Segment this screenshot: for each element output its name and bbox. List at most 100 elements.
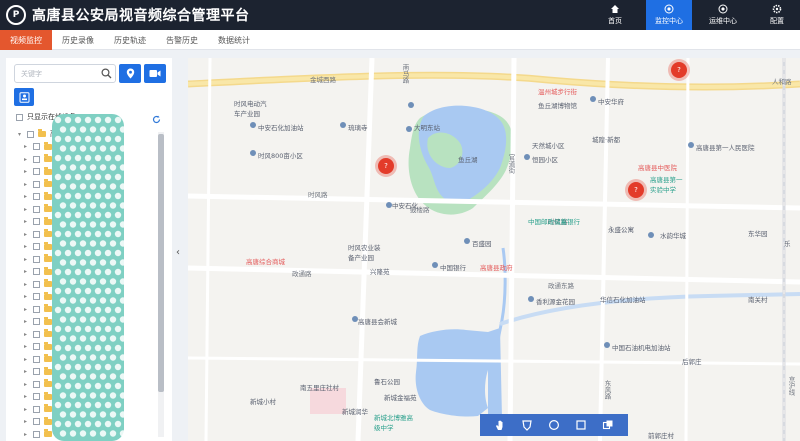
tree-item-checkbox[interactable]	[33, 343, 40, 351]
expand-caret-icon[interactable]: ▸	[24, 256, 30, 263]
search-input[interactable]	[15, 65, 95, 82]
poi-dot[interactable]	[604, 342, 610, 348]
hand-tool[interactable]	[494, 419, 506, 431]
tree-item-checkbox[interactable]	[33, 330, 40, 338]
tree-item-checkbox[interactable]	[33, 205, 40, 213]
tree-item-checkbox[interactable]	[27, 130, 34, 138]
location-button[interactable]	[119, 64, 141, 83]
camera-button[interactable]	[144, 64, 166, 83]
expand-caret-icon[interactable]: ▸	[24, 231, 30, 238]
folder-icon	[44, 279, 52, 288]
refresh-icon[interactable]	[152, 115, 161, 124]
tree-item-checkbox[interactable]	[33, 155, 40, 163]
tree-item-checkbox[interactable]	[33, 393, 40, 401]
layers-tool[interactable]	[602, 419, 614, 431]
nav-monitor-center[interactable]: 监控中心	[646, 0, 692, 30]
tree-item-checkbox[interactable]	[33, 293, 40, 301]
tree-item-checkbox[interactable]	[33, 143, 40, 151]
poi-dot[interactable]	[688, 142, 694, 148]
poi-dot[interactable]	[386, 202, 392, 208]
expand-caret-icon[interactable]: ▾	[18, 131, 24, 138]
expand-caret-icon[interactable]: ▸	[24, 418, 30, 425]
tree-item-checkbox[interactable]	[33, 168, 40, 176]
expand-caret-icon[interactable]: ▸	[24, 368, 30, 375]
tab-alarm-history[interactable]: 告警历史	[156, 30, 208, 50]
poi-dot[interactable]	[524, 154, 530, 160]
expand-caret-icon[interactable]: ▸	[24, 156, 30, 163]
search-icon[interactable]	[101, 68, 112, 79]
expand-caret-icon[interactable]: ▸	[24, 356, 30, 363]
place-label: 新城小村	[250, 398, 276, 406]
folder-icon	[44, 329, 52, 338]
nav-home[interactable]: 首页	[592, 0, 638, 30]
device-list-button[interactable]	[14, 88, 34, 106]
place-label: 城隍·新都	[592, 136, 621, 144]
circle-tool[interactable]	[548, 419, 560, 431]
poi-dot[interactable]	[340, 122, 346, 128]
expand-caret-icon[interactable]: ▸	[24, 331, 30, 338]
tab-history-track[interactable]: 历史轨迹	[104, 30, 156, 50]
polygon-tool[interactable]	[521, 419, 533, 431]
expand-caret-icon[interactable]: ▸	[24, 431, 30, 438]
tree-item-checkbox[interactable]	[33, 268, 40, 276]
tree-item-checkbox[interactable]	[33, 418, 40, 426]
tree-item-checkbox[interactable]	[33, 430, 40, 438]
place-label: 高唐综合商城	[246, 258, 285, 266]
tree-item-checkbox[interactable]	[33, 380, 40, 388]
poi-dot[interactable]	[528, 296, 534, 302]
expand-caret-icon[interactable]: ▸	[24, 281, 30, 288]
camera-alert-marker[interactable]: ?	[378, 158, 394, 174]
tree-item-checkbox[interactable]	[33, 218, 40, 226]
tree-item-checkbox[interactable]	[33, 255, 40, 263]
tree-item-checkbox[interactable]	[33, 318, 40, 326]
poi-dot[interactable]	[464, 238, 470, 244]
expand-caret-icon[interactable]: ▸	[24, 406, 30, 413]
poi-dot[interactable]	[406, 126, 412, 132]
map-view[interactable]: 金城西路 人和路 时风路 时风路 鼓楼路 政通路 政通东路 官道街 东风路 京沪…	[188, 58, 800, 441]
poi-dot[interactable]	[408, 102, 414, 108]
tab-data-statistics[interactable]: 数据统计	[208, 30, 260, 50]
tree-item-checkbox[interactable]	[33, 368, 40, 376]
expand-caret-icon[interactable]: ▸	[24, 181, 30, 188]
tree-scrollbar[interactable]	[158, 132, 164, 437]
expand-caret-icon[interactable]: ▸	[24, 293, 30, 300]
poi-dot[interactable]	[590, 96, 596, 102]
expand-caret-icon[interactable]: ▸	[24, 143, 30, 150]
camera-alert-marker[interactable]: ?	[628, 182, 644, 198]
online-only-checkbox[interactable]	[16, 113, 23, 121]
poi-dot[interactable]	[648, 232, 654, 238]
expand-caret-icon[interactable]: ▸	[24, 318, 30, 325]
poi-dot[interactable]	[352, 316, 358, 322]
tab-history-recording[interactable]: 历史录像	[52, 30, 104, 50]
poi-dot[interactable]	[250, 122, 256, 128]
nav-maintenance-center[interactable]: 运维中心	[700, 0, 746, 30]
folder-icon	[44, 266, 52, 275]
expand-caret-icon[interactable]: ▸	[24, 218, 30, 225]
nav-settings[interactable]: 配置	[754, 0, 800, 30]
camera-alert-marker[interactable]: ?	[671, 62, 687, 78]
expand-caret-icon[interactable]: ▸	[24, 193, 30, 200]
tree-scrollbar-thumb[interactable]	[158, 134, 164, 392]
expand-caret-icon[interactable]: ▸	[24, 168, 30, 175]
expand-caret-icon[interactable]: ▸	[24, 381, 30, 388]
tree-item-checkbox[interactable]	[33, 405, 40, 413]
expand-caret-icon[interactable]: ▸	[24, 243, 30, 250]
tree-item-checkbox[interactable]	[33, 193, 40, 201]
rectangle-tool[interactable]	[575, 419, 587, 431]
expand-caret-icon[interactable]: ▸	[24, 393, 30, 400]
poi-dot[interactable]	[432, 262, 438, 268]
tab-video-monitor[interactable]: 视频监控	[0, 30, 52, 50]
tree-item-checkbox[interactable]	[33, 230, 40, 238]
poi-dot[interactable]	[250, 150, 256, 156]
tree-item-checkbox[interactable]	[33, 355, 40, 363]
tree-item-checkbox[interactable]	[33, 280, 40, 288]
expand-caret-icon[interactable]: ▸	[24, 343, 30, 350]
expand-caret-icon[interactable]: ▸	[24, 306, 30, 313]
sidebar-collapse-icon[interactable]: ‹	[174, 244, 182, 260]
expand-caret-icon[interactable]: ▸	[24, 206, 30, 213]
place-label: 中国石油机电加油站	[612, 344, 671, 352]
tree-item-checkbox[interactable]	[33, 180, 40, 188]
tree-item-checkbox[interactable]	[33, 243, 40, 251]
expand-caret-icon[interactable]: ▸	[24, 268, 30, 275]
tree-item-checkbox[interactable]	[33, 305, 40, 313]
